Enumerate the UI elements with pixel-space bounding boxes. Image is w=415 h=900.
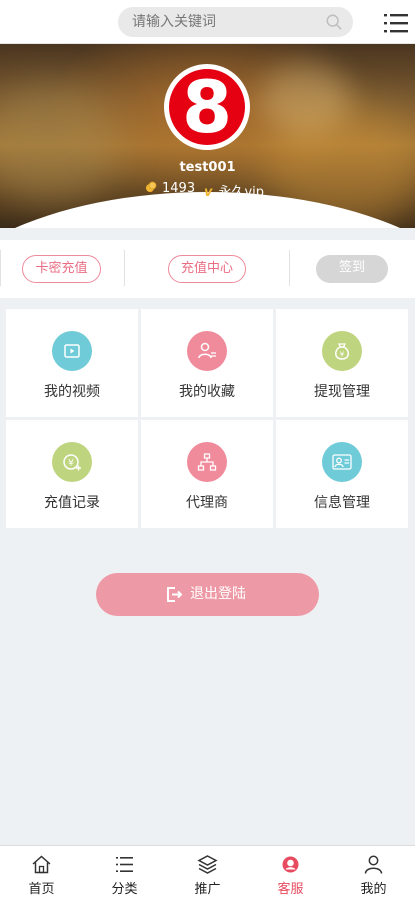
- tile-label: 信息管理: [314, 495, 370, 511]
- nav-label: 客服: [277, 882, 304, 897]
- tile-withdraw[interactable]: ¥ 提现管理: [276, 309, 408, 417]
- nav-home[interactable]: 首页: [0, 846, 83, 900]
- nav-label: 分类: [111, 882, 138, 897]
- tile-label: 我的视频: [44, 384, 100, 400]
- logout-icon: [167, 587, 183, 602]
- avatar[interactable]: 8: [164, 64, 250, 150]
- nav-label: 推广: [194, 882, 221, 897]
- vip-label: 永久vip: [218, 185, 265, 200]
- bottom-nav: 首页 分类 推广 客服 我的: [0, 845, 415, 900]
- tile-label: 提现管理: [314, 384, 370, 400]
- divider: [289, 250, 290, 286]
- layers-icon: [197, 855, 218, 874]
- username: test001: [179, 160, 236, 175]
- coin-stat: 1493: [145, 181, 195, 199]
- menu-list-icon[interactable]: [384, 12, 408, 34]
- video-icon: [52, 331, 92, 371]
- tile-recharge-records[interactable]: ¥ 充值记录: [6, 420, 138, 528]
- user-info-icon: [322, 442, 362, 482]
- person-icon: [364, 855, 383, 874]
- tile-label: 代理商: [186, 495, 228, 511]
- card-recharge-button[interactable]: 卡密充值: [22, 255, 101, 283]
- money-bag-icon: ¥: [322, 331, 362, 371]
- nav-label: 我的: [360, 882, 387, 897]
- sign-in-button[interactable]: 签到: [316, 255, 388, 283]
- logout-label: 退出登陆: [190, 586, 246, 602]
- recharge-center-button[interactable]: 充值中心: [168, 255, 246, 283]
- tile-my-favorites[interactable]: 我的收藏: [141, 309, 273, 417]
- home-icon: [32, 855, 51, 874]
- nav-category[interactable]: 分类: [83, 846, 166, 900]
- nav-label: 首页: [28, 882, 55, 897]
- search-icon[interactable]: [325, 13, 343, 31]
- list-icon: [116, 857, 133, 872]
- tile-label: 充值记录: [44, 495, 100, 511]
- service-icon: [282, 856, 299, 873]
- hierarchy-icon: [187, 442, 227, 482]
- avatar-text: 8: [181, 65, 233, 149]
- nav-service[interactable]: 客服: [249, 846, 332, 900]
- search-box[interactable]: [118, 7, 353, 37]
- logout-button[interactable]: 退出登陆: [96, 573, 319, 616]
- user-stats: 1493 v 永久vip: [0, 181, 415, 200]
- vip-icon: v: [204, 185, 213, 200]
- divider: [0, 250, 1, 286]
- search-input[interactable]: [132, 7, 312, 37]
- svg-text:¥: ¥: [68, 459, 74, 469]
- tile-info-management[interactable]: 信息管理: [276, 420, 408, 528]
- vip-stat: v 永久vip: [204, 181, 265, 200]
- coin-icon: [146, 181, 157, 192]
- coin-count: 1493: [162, 181, 196, 196]
- nav-mine[interactable]: 我的: [332, 846, 415, 900]
- divider: [124, 250, 125, 286]
- top-bar: [0, 0, 415, 44]
- banner-bokeh: [260, 64, 350, 134]
- yen-add-icon: ¥: [52, 442, 92, 482]
- tile-label: 我的收藏: [179, 384, 235, 400]
- action-row: 卡密充值 充值中心 签到: [0, 240, 415, 298]
- nav-promote[interactable]: 推广: [166, 846, 249, 900]
- profile-banner: 8 test001 1493 v 永久vip: [0, 44, 415, 228]
- tile-agent[interactable]: 代理商: [141, 420, 273, 528]
- user-list-icon: [187, 331, 227, 371]
- tile-my-videos[interactable]: 我的视频: [6, 309, 138, 417]
- svg-text:¥: ¥: [340, 351, 345, 359]
